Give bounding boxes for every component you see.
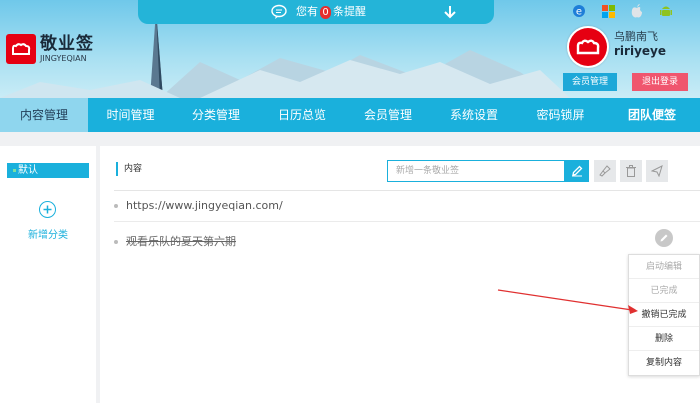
category-default[interactable]: 默认 — [7, 163, 89, 178]
pencil-icon[interactable] — [565, 160, 589, 182]
content-title: 内容 — [116, 162, 142, 176]
notice-bar[interactable]: 您有 0 条提醒 — [138, 0, 494, 24]
menu-item-copy-content[interactable]: 复制内容 — [629, 351, 699, 375]
logo-subtitle: JINGYEQIAN — [40, 53, 87, 63]
row-divider — [114, 221, 700, 222]
list-item[interactable]: 观看乐队的夏天第六期 — [114, 233, 236, 249]
main-nav: 内容管理 时间管理 分类管理 日历总览 会员管理 系统设置 密码锁屏 团队便签 — [0, 98, 700, 132]
menu-item-start-edit[interactable]: 启动编辑 — [629, 255, 699, 279]
user-display-name: 乌鹏南飞 — [614, 30, 658, 43]
context-menu: 启动编辑 已完成 撤销已完成 删除 复制内容 — [628, 254, 700, 376]
cloud-icon — [569, 28, 607, 66]
menu-item-undo-completed[interactable]: 撤销已完成 — [629, 303, 699, 327]
platform-icons: e — [570, 2, 686, 20]
member-management-button[interactable]: 会员管理 — [563, 73, 617, 91]
plus-icon[interactable] — [39, 201, 56, 218]
category-default-label: 默认 — [18, 165, 38, 176]
arrow-down-icon[interactable] — [443, 4, 457, 23]
nav-password-lock[interactable]: 密码锁屏 — [517, 98, 604, 132]
windows-icon[interactable] — [599, 2, 617, 20]
logo[interactable]: 敬业签 JINGYEQIAN — [6, 34, 94, 64]
send-icon[interactable] — [646, 160, 668, 182]
pencil-icon[interactable] — [655, 229, 673, 247]
svg-text:e: e — [576, 7, 582, 18]
notice-count-badge: 0 — [320, 6, 331, 19]
trash-icon[interactable] — [620, 160, 642, 182]
nav-system-settings[interactable]: 系统设置 — [431, 98, 517, 132]
nav-category-management[interactable]: 分类管理 — [173, 98, 259, 132]
cloud-icon — [6, 34, 36, 64]
nav-member-management[interactable]: 会员管理 — [345, 98, 431, 132]
menu-item-delete[interactable]: 删除 — [629, 327, 699, 351]
chat-bubble-icon — [271, 4, 287, 23]
avatar[interactable] — [567, 26, 609, 68]
nav-content-management[interactable]: 内容管理 — [0, 98, 88, 132]
android-icon[interactable] — [657, 2, 675, 20]
ie-icon[interactable]: e — [570, 2, 588, 20]
add-category-link[interactable]: 新增分类 — [28, 226, 68, 241]
notice-text: 您有 0 条提醒 — [296, 5, 366, 19]
new-note-input[interactable]: 新增一条敬业签 — [387, 160, 565, 182]
user-account-name: ririyeye — [614, 44, 666, 58]
app-window: 敬业签 JINGYEQIAN 您有0条提醒 e 乌鹏南飞 ririyeye — [0, 0, 700, 403]
broom-icon[interactable] — [594, 160, 616, 182]
apple-icon[interactable] — [628, 2, 646, 20]
nav-team-notes[interactable]: 团队便签 — [604, 98, 700, 132]
content-panel: 内容 新增一条敬业签 https://www.jingyeqian.com/ 观… — [100, 146, 700, 403]
list-item-text: 观看乐队的夏天第六期 — [126, 235, 236, 248]
list-item[interactable]: https://www.jingyeqian.com/ — [114, 199, 283, 212]
logo-title: 敬业签 — [40, 33, 94, 54]
category-sidebar: 默认 新增分类 — [0, 146, 96, 403]
nav-calendar-overview[interactable]: 日历总览 — [259, 98, 345, 132]
header-divider — [114, 190, 700, 191]
logout-button[interactable]: 退出登录 — [632, 73, 688, 91]
list-item-text: https://www.jingyeqian.com/ — [126, 199, 283, 212]
header: 敬业签 JINGYEQIAN 您有0条提醒 e 乌鹏南飞 ririyeye — [0, 0, 700, 98]
menu-item-completed[interactable]: 已完成 — [629, 279, 699, 303]
nav-time-management[interactable]: 时间管理 — [88, 98, 173, 132]
